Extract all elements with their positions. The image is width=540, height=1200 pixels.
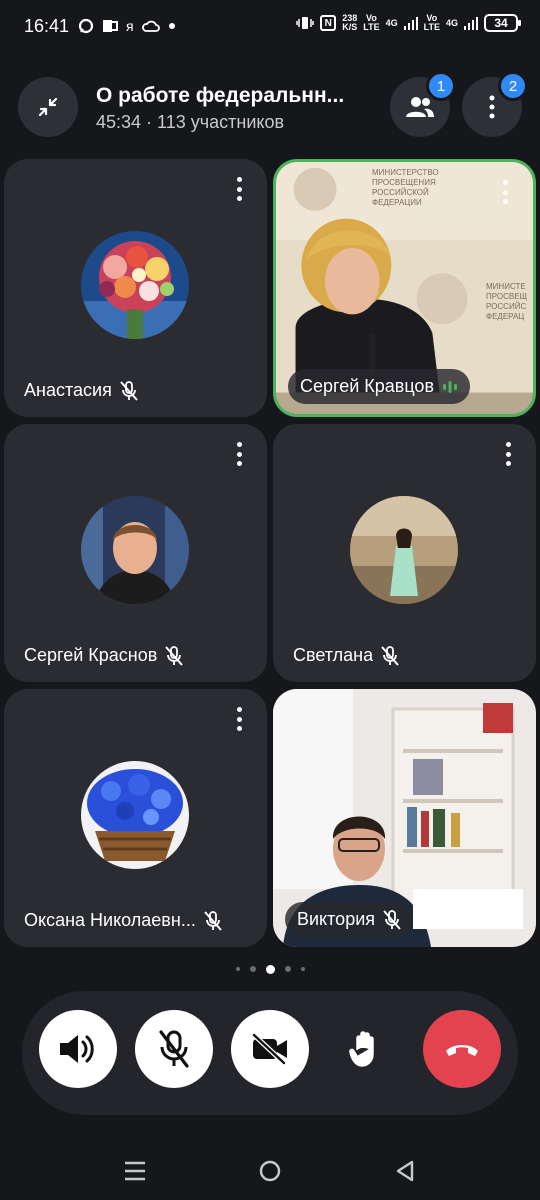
participant-tile-active-speaker[interactable]: МИНИСТЕРСТВО ПРОСВЕЩЕНИЯ РОССИЙСКОЙ ФЕДЕРАЦ… bbox=[273, 159, 536, 417]
net-speed: 238 K/S bbox=[342, 13, 358, 32]
mic-off-icon bbox=[165, 645, 184, 666]
system-icons: N 238 K/S Vo LTE 4G Vo LTE 4G 34 bbox=[296, 13, 521, 32]
flowers-avatar-image bbox=[81, 231, 189, 339]
people-icon bbox=[406, 97, 434, 117]
nfc-icon: N bbox=[320, 15, 337, 31]
participant-tile[interactable]: Оксана Николаевн... bbox=[4, 689, 267, 947]
tile-more-button[interactable] bbox=[229, 440, 249, 468]
avatar bbox=[81, 231, 189, 339]
blue-flowers-avatar-image bbox=[81, 761, 189, 869]
page-dot[interactable] bbox=[249, 966, 256, 972]
participant-name-row: Оксана Николаевн... bbox=[24, 910, 222, 931]
ministry-sign-2: МИНИСТЕ ПРОСВЕЩ РОССИЙС ФЕДЕРАЦ bbox=[486, 282, 528, 321]
microphone-button[interactable] bbox=[135, 1010, 213, 1088]
office-icon bbox=[103, 20, 118, 32]
status-bar: 16:41 я N 238 K/S Vo LTE 4G Vo LTE 4G 34 bbox=[0, 0, 540, 56]
avatar bbox=[350, 496, 458, 604]
page-dot-current[interactable] bbox=[265, 964, 275, 974]
participant-name-row: Светлана bbox=[293, 645, 399, 666]
dot-icon bbox=[168, 23, 175, 29]
speaker-icon bbox=[60, 1035, 94, 1063]
call-subtitle: 45:34 · 113 участников bbox=[96, 112, 285, 132]
call-controls bbox=[22, 991, 518, 1115]
volte-1: Vo LTE bbox=[363, 13, 380, 32]
participant-name: Анастасия bbox=[24, 380, 112, 400]
tile-more-button[interactable] bbox=[229, 175, 249, 203]
tile-more-button[interactable] bbox=[495, 178, 515, 206]
camera-button[interactable] bbox=[231, 1010, 309, 1088]
participant-name-row: Виктория bbox=[285, 902, 414, 937]
page-dot[interactable] bbox=[284, 966, 291, 972]
tile-more-button[interactable] bbox=[229, 705, 249, 733]
home-button[interactable] bbox=[255, 1156, 285, 1186]
mic-off-icon bbox=[383, 909, 401, 930]
signal-1-icon bbox=[403, 17, 418, 30]
clock: 16:41 bbox=[24, 16, 70, 36]
avatar bbox=[81, 496, 189, 604]
mic-off-icon bbox=[120, 380, 138, 401]
participant-name-row: Сергей Краснов bbox=[24, 645, 184, 666]
call-header: О работе федеральнн... 45:34 · 113 участ… bbox=[0, 70, 540, 146]
avatar bbox=[81, 761, 189, 869]
menu-badge: 2 bbox=[498, 71, 528, 101]
signal-2-icon bbox=[464, 17, 478, 30]
participant-tile[interactable]: Виктория bbox=[273, 689, 536, 947]
participant-name: Светлана bbox=[293, 645, 374, 665]
participant-name: Сергей Кравцов bbox=[300, 376, 435, 396]
yandex-icon: я bbox=[126, 18, 134, 34]
menu-lines-icon bbox=[125, 1161, 145, 1181]
raise-hand-icon bbox=[349, 1031, 374, 1067]
notification-icons: я bbox=[78, 17, 176, 35]
call-title: О работе федеральнн... bbox=[96, 84, 345, 107]
participant-tile[interactable]: Светлана bbox=[273, 424, 536, 682]
system-navigation-bar bbox=[0, 1140, 540, 1200]
mic-off-icon bbox=[204, 910, 222, 931]
speaker-button[interactable] bbox=[39, 1010, 117, 1088]
network-2: 4G bbox=[445, 17, 458, 28]
mic-off-icon bbox=[159, 1030, 189, 1068]
cloud-icon bbox=[141, 20, 160, 32]
raise-hand-button[interactable] bbox=[327, 1010, 405, 1088]
back-triangle-icon bbox=[396, 1160, 414, 1182]
volte-2: Vo LTE bbox=[423, 13, 440, 32]
page-indicator bbox=[0, 962, 540, 976]
more-vertical-icon bbox=[489, 95, 495, 119]
chat-icon bbox=[78, 18, 94, 34]
participant-tile[interactable]: Сергей Краснов bbox=[4, 424, 267, 682]
woman-avatar-image bbox=[350, 496, 458, 604]
vibrate-icon bbox=[296, 17, 314, 29]
minimize-button[interactable] bbox=[18, 77, 78, 137]
speaking-indicator-icon bbox=[443, 380, 458, 393]
participant-name: Сергей Краснов bbox=[24, 645, 158, 665]
page-dot[interactable] bbox=[300, 967, 305, 971]
participant-name: Виктория bbox=[297, 909, 376, 929]
page-dot[interactable] bbox=[235, 967, 240, 971]
participant-name: Оксана Николаевн... bbox=[24, 910, 196, 930]
man-avatar-image bbox=[81, 496, 189, 604]
back-button[interactable] bbox=[390, 1156, 420, 1186]
tile-more-button[interactable] bbox=[498, 440, 518, 468]
battery-icon: 34 bbox=[484, 14, 521, 32]
network-1: 4G bbox=[385, 17, 398, 28]
ministry-sign: МИНИСТЕРСТВО ПРОСВЕЩЕНИЯ РОССИЙСКОЙ ФЕДЕРАЦ… bbox=[372, 168, 439, 207]
participants-button[interactable]: 1 bbox=[390, 71, 456, 137]
participant-tile[interactable]: Анастасия bbox=[4, 159, 267, 417]
recents-button[interactable] bbox=[120, 1156, 150, 1186]
participant-name-row: Сергей Кравцов bbox=[288, 369, 471, 404]
participant-name-row: Анастасия bbox=[24, 380, 138, 401]
end-call-icon bbox=[446, 1045, 478, 1056]
home-circle-icon bbox=[259, 1160, 281, 1182]
menu-button[interactable]: 2 bbox=[462, 71, 528, 137]
mic-off-icon bbox=[381, 645, 399, 666]
end-call-button[interactable] bbox=[423, 1010, 501, 1088]
participants-badge: 1 bbox=[426, 71, 456, 101]
camera-off-icon bbox=[252, 1033, 287, 1065]
collapse-icon bbox=[38, 97, 58, 117]
